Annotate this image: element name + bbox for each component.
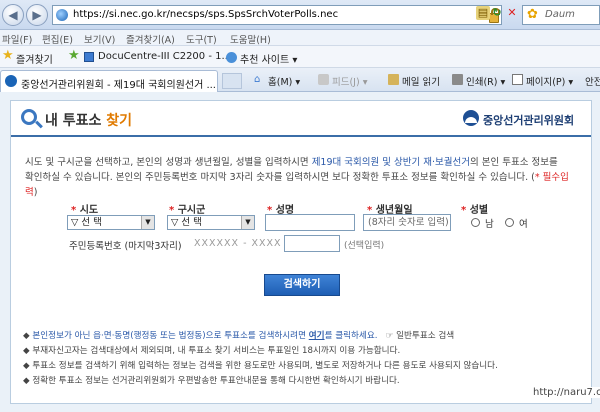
refresh-icon[interactable]: ↻ (490, 6, 504, 20)
favorites-bar: ★ 즐겨찾기 ★ DocuCentre-III C2200 - 1... 추천 … (0, 46, 600, 68)
title-prefix: 내 투표소 (45, 113, 102, 129)
gender-female-radio[interactable] (505, 218, 514, 227)
bullet-icon: ◆ (23, 361, 33, 371)
intro-line1-a: 시도 및 구시군을 선택하고, 본인의 성명과 생년월일, 성별을 입력하시면 (25, 157, 312, 168)
add-favorite-icon[interactable]: ★ (68, 49, 80, 63)
bullet-icon: ◆ (23, 331, 33, 341)
cmd-page[interactable]: 페이지(P) ▾ (526, 74, 573, 88)
favorites-button[interactable]: 즐겨찾기 (16, 51, 53, 66)
menu-view[interactable]: 보기(V) (84, 32, 115, 46)
birth-input[interactable]: (8자리 숫자로 입력) (363, 214, 451, 231)
election-name: 제19대 국회의원 및 상반기 재·보궐선거 (311, 157, 470, 168)
search-button[interactable]: 검색하기 (264, 274, 340, 296)
ssn-optional-hint: (선택입력) (344, 241, 385, 251)
search-engine-name: Daum (545, 9, 575, 20)
here-link[interactable]: 여기 (309, 331, 325, 341)
fav-docucentre[interactable]: DocuCentre-III C2200 - 1... (98, 51, 231, 62)
intro-line2-b: ) (33, 187, 38, 198)
gender-label: * 성별 (461, 205, 489, 216)
sigungu-value: ▽ 선 택 (171, 217, 202, 228)
daum-search-icon: ✿ (527, 7, 538, 22)
cmd-home[interactable]: 홈(M) ▾ (268, 74, 300, 88)
favorites-star-icon: ★ (2, 48, 14, 63)
org-name: 중앙선거관리위원회 (483, 114, 575, 127)
menu-tools[interactable]: 도구(T) (186, 32, 217, 46)
bullet-icon: ◆ (23, 376, 33, 386)
sigungu-select[interactable]: ▽ 선 택 ▼ (167, 215, 255, 230)
address-bar[interactable]: https://si.nec.go.kr/necsps/sps.SpsSrchV… (52, 5, 502, 25)
cmd-safety[interactable]: 안전 (585, 74, 600, 88)
notes-list: ◆ 본인정보가 아닌 읍·면·동명(행정동 또는 법정동)으로 투표소를 검색하… (23, 329, 583, 389)
chevron-down-icon: ▼ (241, 216, 254, 229)
forward-button[interactable]: ▶ (26, 4, 48, 26)
page-content: 내 투표소 찾기 중앙선거관리위원회 시도 및 구시군을 선택하고, 본인의 성… (0, 92, 600, 412)
fav-suggested-sites[interactable]: 추천 사이트 ▾ (240, 51, 297, 66)
print-icon (452, 74, 463, 85)
general-search-icon: ☞ (385, 331, 394, 341)
cmd-read-mail[interactable]: 메일 읽기 (402, 74, 440, 88)
menu-file[interactable]: 파일(F) (2, 32, 32, 46)
watermark: http://naru7.com (533, 387, 600, 398)
gender-male-radio[interactable] (471, 218, 480, 227)
nec-favicon (5, 75, 17, 87)
menu-edit[interactable]: 편집(E) (42, 32, 73, 46)
page-icon (84, 52, 94, 62)
home-icon: ⌂ (254, 74, 261, 85)
title-accent: 찾기 (106, 113, 133, 129)
sido-select[interactable]: ▽ 선 택 ▼ (67, 215, 155, 230)
menu-favorites[interactable]: 즐겨찾기(A) (126, 32, 175, 46)
page-title: 내 투표소 찾기 (45, 110, 132, 130)
new-tab-button[interactable] (222, 73, 242, 89)
compatibility-icon[interactable]: ▤ (476, 6, 490, 20)
address-bar-row: ◀ ▶ https://si.nec.go.kr/necsps/sps.SpsS… (0, 0, 600, 30)
site-icon (56, 9, 68, 21)
general-search-link[interactable]: 일반투표소 검색 (396, 331, 454, 341)
name-input[interactable] (265, 214, 355, 231)
cmd-feeds[interactable]: 피드(J) ▾ (332, 74, 367, 88)
url-text: https://si.nec.go.kr/necsps/sps.SpsSrchV… (73, 9, 339, 20)
ssn-last3-input[interactable] (284, 235, 340, 252)
tab-bar: 중앙선거관리위원회 - 제19대 국회의원선거 ... ⌂ 홈(M) ▾ 피드(… (0, 68, 600, 92)
gender-male-label: 남 (485, 219, 494, 230)
feed-icon (318, 74, 329, 85)
menu-bar: 파일(F) 편집(E) 보기(V) 즐겨찾기(A) 도구(T) 도움말(H) (0, 30, 600, 46)
mail-icon (388, 74, 399, 85)
note-4: ◆ 정확한 투표소 정보는 선거관리위원회가 우편발송한 투표안내문을 통해 다… (23, 376, 400, 386)
panel-header: 내 투표소 찾기 중앙선거관리위원회 (11, 101, 591, 137)
cmd-print[interactable]: 인쇄(R) ▾ (466, 74, 505, 88)
intro-text: 시도 및 구시군을 선택하고, 본인의 성명과 생년월일, 성별을 입력하시면 … (25, 155, 581, 200)
tab-nec[interactable]: 중앙선거관리위원회 - 제19대 국회의원선거 ... (0, 70, 218, 92)
page-menu-icon (512, 74, 523, 85)
bullet-icon: ◆ (23, 346, 33, 356)
menu-help[interactable]: 도움말(H) (230, 32, 271, 46)
suggested-sites-icon (226, 52, 237, 63)
tab-title: 중앙선거관리위원회 - 제19대 국회의원선거 ... (21, 80, 216, 91)
search-box[interactable]: ✿ Daum (522, 5, 600, 25)
ssn-mask: XXXXXX - XXXX (194, 238, 282, 249)
magnifier-icon (21, 109, 37, 125)
stop-icon[interactable]: ✕ (505, 6, 519, 20)
polling-search-panel: 내 투표소 찾기 중앙선거관리위원회 시도 및 구시군을 선택하고, 본인의 성… (10, 100, 600, 404)
intro-line2-a: 확인하실 수 있습니다. 본인의 주민등록번호 마지막 3자리 숫자를 입력하시… (25, 172, 535, 183)
sigungu-label: * 구시군 (169, 205, 206, 216)
intro-line1-b: 의 본인 투표소 정보를 (469, 157, 558, 168)
sido-value: ▽ 선 택 (71, 217, 102, 228)
note-1: ◆ 본인정보가 아닌 읍·면·동명(행정동 또는 법정동)으로 투표소를 검색하… (23, 331, 455, 341)
back-button[interactable]: ◀ (2, 4, 24, 26)
ssn-label: 주민등록번호 (마지막3자리) (69, 241, 182, 252)
chevron-down-icon: ▼ (141, 216, 154, 229)
gender-female-label: 여 (519, 219, 528, 230)
note-2: ◆ 부재자신고자는 검색대상에서 제외되며, 내 투표소 찾기 서비스는 투표일… (23, 346, 401, 356)
nec-logo-icon (463, 110, 479, 126)
sido-label: * 시도 (71, 205, 99, 216)
note-3: ◆ 투표소 정보를 검색하기 위해 입력하는 정보는 검색을 위한 용도로만 사… (23, 361, 498, 371)
